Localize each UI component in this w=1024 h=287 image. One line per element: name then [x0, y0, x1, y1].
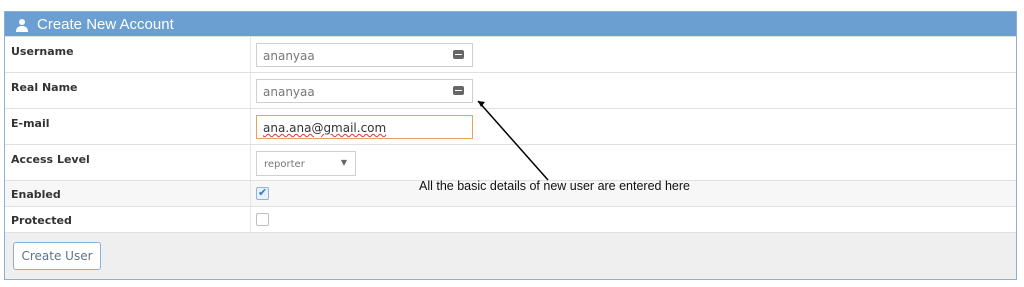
column-divider	[250, 73, 251, 108]
keyboard-icon[interactable]	[453, 86, 464, 95]
create-account-panel: Create New Account Username ananyaa Real…	[4, 11, 1017, 280]
email-field[interactable]: ana.ana@gmail.com	[256, 115, 473, 139]
access-level-row: Access Level reporter ▼	[5, 144, 1016, 180]
column-divider	[250, 207, 251, 232]
real-name-value: ananyaa	[263, 85, 315, 99]
username-label: Username	[11, 45, 74, 58]
checkmark-icon: ✔	[258, 186, 268, 199]
real-name-row: Real Name ananyaa	[5, 72, 1016, 108]
username-value: ananyaa	[263, 49, 315, 63]
panel-title: Create New Account	[37, 15, 174, 33]
access-level-value: reporter	[264, 159, 305, 170]
column-divider	[250, 181, 251, 206]
username-row: Username ananyaa	[5, 36, 1016, 72]
real-name-label: Real Name	[11, 81, 78, 94]
protected-checkbox[interactable]	[256, 213, 269, 226]
chevron-down-icon: ▼	[340, 158, 347, 167]
enabled-label: Enabled	[11, 188, 61, 201]
access-level-label: Access Level	[11, 153, 90, 166]
column-divider	[250, 145, 251, 180]
username-input[interactable]: ananyaa	[256, 43, 473, 67]
email-label: E-mail	[11, 117, 50, 130]
real-name-input[interactable]: ananyaa	[256, 79, 473, 103]
user-icon	[15, 17, 29, 32]
enabled-checkbox[interactable]: ✔	[256, 186, 269, 200]
access-level-select[interactable]: reporter ▼	[256, 151, 356, 176]
email-row: E-mail ana.ana@gmail.com	[5, 108, 1016, 144]
email-value: ana.ana@gmail.com	[263, 121, 387, 135]
protected-row: Protected	[5, 206, 1016, 232]
column-divider	[250, 109, 251, 144]
actions-row: Create User	[5, 232, 1016, 279]
annotation-text: All the basic details of new user are en…	[419, 179, 690, 193]
column-divider	[250, 37, 251, 72]
protected-label: Protected	[11, 214, 72, 227]
keyboard-icon[interactable]	[453, 50, 464, 59]
create-user-button[interactable]: Create User	[13, 242, 101, 270]
panel-header: Create New Account	[5, 12, 1016, 36]
